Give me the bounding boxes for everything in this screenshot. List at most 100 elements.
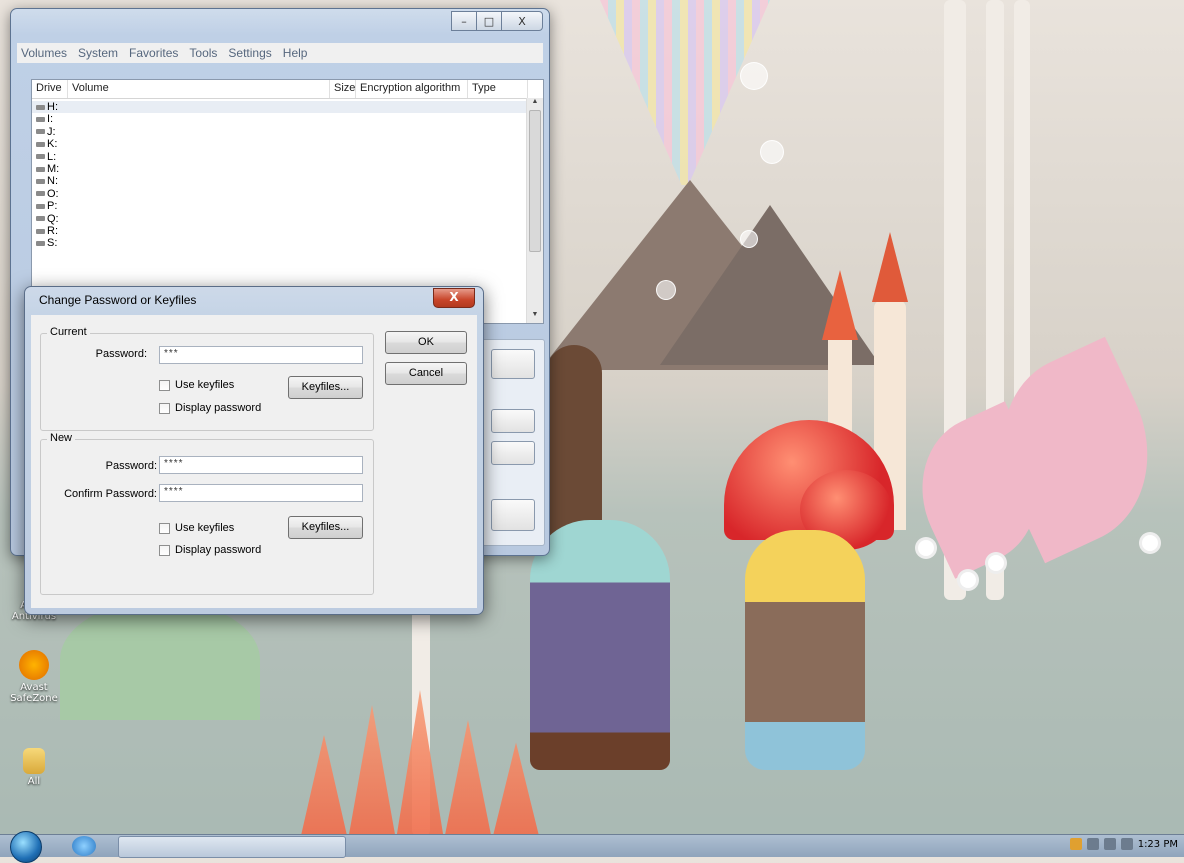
drive-letter: L:	[47, 150, 57, 163]
drive-icon	[36, 154, 45, 160]
checkbox-box[interactable]	[159, 379, 170, 391]
current-group: Current Password: *** Use keyfiles Keyfi…	[40, 326, 374, 431]
wallpaper-mouse-character	[530, 520, 670, 770]
menu-tools[interactable]: Tools	[189, 46, 217, 60]
panel-button-partial[interactable]	[491, 499, 535, 531]
drive-icon	[36, 228, 45, 234]
menu-volumes[interactable]: Volumes	[21, 46, 67, 60]
maximize-button[interactable]: □	[476, 11, 502, 31]
drive-row[interactable]: O:	[32, 188, 543, 200]
new-display-password-checkbox[interactable]: Display password	[159, 544, 261, 556]
menu-system[interactable]: System	[78, 46, 118, 60]
drive-row[interactable]: Q:	[32, 213, 543, 225]
drive-list-header: Drive Volume Size Encryption algorithm T…	[32, 80, 543, 99]
scrollbar-thumb[interactable]	[529, 110, 541, 252]
new-display-password-label: Display password	[175, 544, 262, 556]
ok-button[interactable]: OK	[385, 331, 467, 354]
panel-button-partial[interactable]	[491, 349, 535, 379]
drive-letter: S:	[47, 237, 58, 250]
taskbar-window-button[interactable]	[118, 836, 346, 858]
current-use-keyfiles-checkbox[interactable]: Use keyfiles	[159, 379, 234, 391]
new-password-input[interactable]: ****	[159, 456, 363, 474]
drive-icon	[36, 203, 45, 209]
drive-letter: O:	[47, 187, 59, 200]
drive-letter: N:	[47, 175, 58, 188]
drive-row[interactable]: S:	[32, 237, 543, 249]
wallpaper-bunny-character	[745, 530, 865, 770]
menu-bar: Volumes System Favorites Tools Settings …	[17, 43, 543, 63]
close-icon: X	[518, 14, 526, 28]
avast-safezone-icon	[19, 650, 49, 680]
column-volume[interactable]: Volume	[68, 80, 330, 98]
column-encryption-algorithm[interactable]: Encryption algorithm	[356, 80, 468, 98]
drive-letter: Q:	[47, 212, 59, 225]
cancel-button[interactable]: Cancel	[385, 362, 467, 385]
current-display-password-checkbox[interactable]: Display password	[159, 402, 261, 414]
minimize-icon: –	[461, 14, 467, 28]
scroll-up-arrow-icon[interactable]: ▲	[527, 98, 543, 110]
drive-icon	[36, 129, 45, 135]
wallpaper-rays	[600, 0, 770, 185]
drive-row[interactable]: M:	[32, 163, 543, 175]
folder-icon	[23, 748, 45, 774]
wallpaper-flower	[960, 572, 976, 588]
drive-icon	[36, 191, 45, 197]
wallpaper-flower	[918, 540, 934, 556]
window-caption-buttons: – □ X	[451, 11, 543, 31]
volume-icon[interactable]	[1103, 838, 1116, 850]
drive-icon	[36, 179, 45, 185]
close-button[interactable]: X	[501, 11, 543, 31]
drive-letter: I:	[47, 113, 54, 126]
drive-letter: R:	[47, 224, 58, 237]
panel-button-partial[interactable]	[491, 409, 535, 433]
start-button[interactable]	[10, 831, 42, 863]
confirm-password-input[interactable]: ****	[159, 484, 363, 502]
drive-list-scrollbar[interactable]: ▲ ▼	[526, 98, 543, 323]
checkbox-box[interactable]	[159, 522, 170, 534]
drive-row[interactable]: H:	[32, 101, 543, 114]
drive-row[interactable]: I:	[32, 113, 543, 125]
notification-flag-icon[interactable]	[1069, 838, 1082, 850]
current-use-keyfiles-label: Use keyfiles	[175, 379, 235, 391]
dialog-close-button[interactable]: X	[433, 288, 475, 308]
wallpaper-roof	[822, 270, 858, 340]
wallpaper-green-plant	[60, 600, 260, 720]
drive-row[interactable]: K:	[32, 138, 543, 150]
drive-row[interactable]: J:	[32, 126, 543, 138]
wallpaper-flower	[1142, 535, 1158, 551]
menu-help[interactable]: Help	[283, 46, 308, 60]
wallpaper-bubble	[740, 230, 758, 248]
menu-settings[interactable]: Settings	[228, 46, 271, 60]
menu-favorites[interactable]: Favorites	[129, 46, 178, 60]
new-group: New Password: **** Confirm Password: ***…	[40, 432, 374, 595]
desktop-icon-avast-safezone[interactable]: Avast SafeZone	[4, 650, 64, 704]
column-type[interactable]: Type	[468, 80, 528, 98]
clock-time[interactable]: 1:23 PM	[1138, 839, 1178, 850]
confirm-password-label: Confirm Password:	[64, 488, 157, 500]
panel-button-partial[interactable]	[491, 441, 535, 465]
network-icon[interactable]	[1086, 838, 1099, 850]
drive-letter: P:	[47, 200, 58, 213]
maximize-icon: □	[483, 14, 495, 28]
current-keyfiles-button[interactable]: Keyfiles...	[288, 376, 363, 399]
drive-row[interactable]: N:	[32, 175, 543, 187]
scroll-down-arrow-icon[interactable]: ▼	[527, 311, 543, 323]
wallpaper-roof	[872, 232, 908, 302]
desktop-icon-all[interactable]: All	[4, 748, 64, 787]
minimize-button[interactable]: –	[451, 11, 477, 31]
new-use-keyfiles-checkbox[interactable]: Use keyfiles	[159, 522, 234, 534]
internet-explorer-icon[interactable]	[72, 836, 96, 856]
drive-row[interactable]: R:	[32, 225, 543, 237]
checkbox-box[interactable]	[159, 402, 170, 414]
drive-row[interactable]: P:	[32, 200, 543, 212]
new-keyfiles-button[interactable]: Keyfiles...	[288, 516, 363, 539]
desktop-icon-label: Avast SafeZone	[10, 682, 58, 704]
power-icon[interactable]	[1120, 838, 1133, 850]
checkbox-box[interactable]	[159, 544, 170, 556]
column-size[interactable]: Size	[330, 80, 356, 98]
column-drive[interactable]: Drive	[32, 80, 68, 98]
current-group-label: Current	[47, 326, 90, 338]
current-password-input[interactable]: ***	[159, 346, 363, 364]
new-password-label: Password:	[105, 460, 157, 472]
drive-row[interactable]: L:	[32, 151, 543, 163]
